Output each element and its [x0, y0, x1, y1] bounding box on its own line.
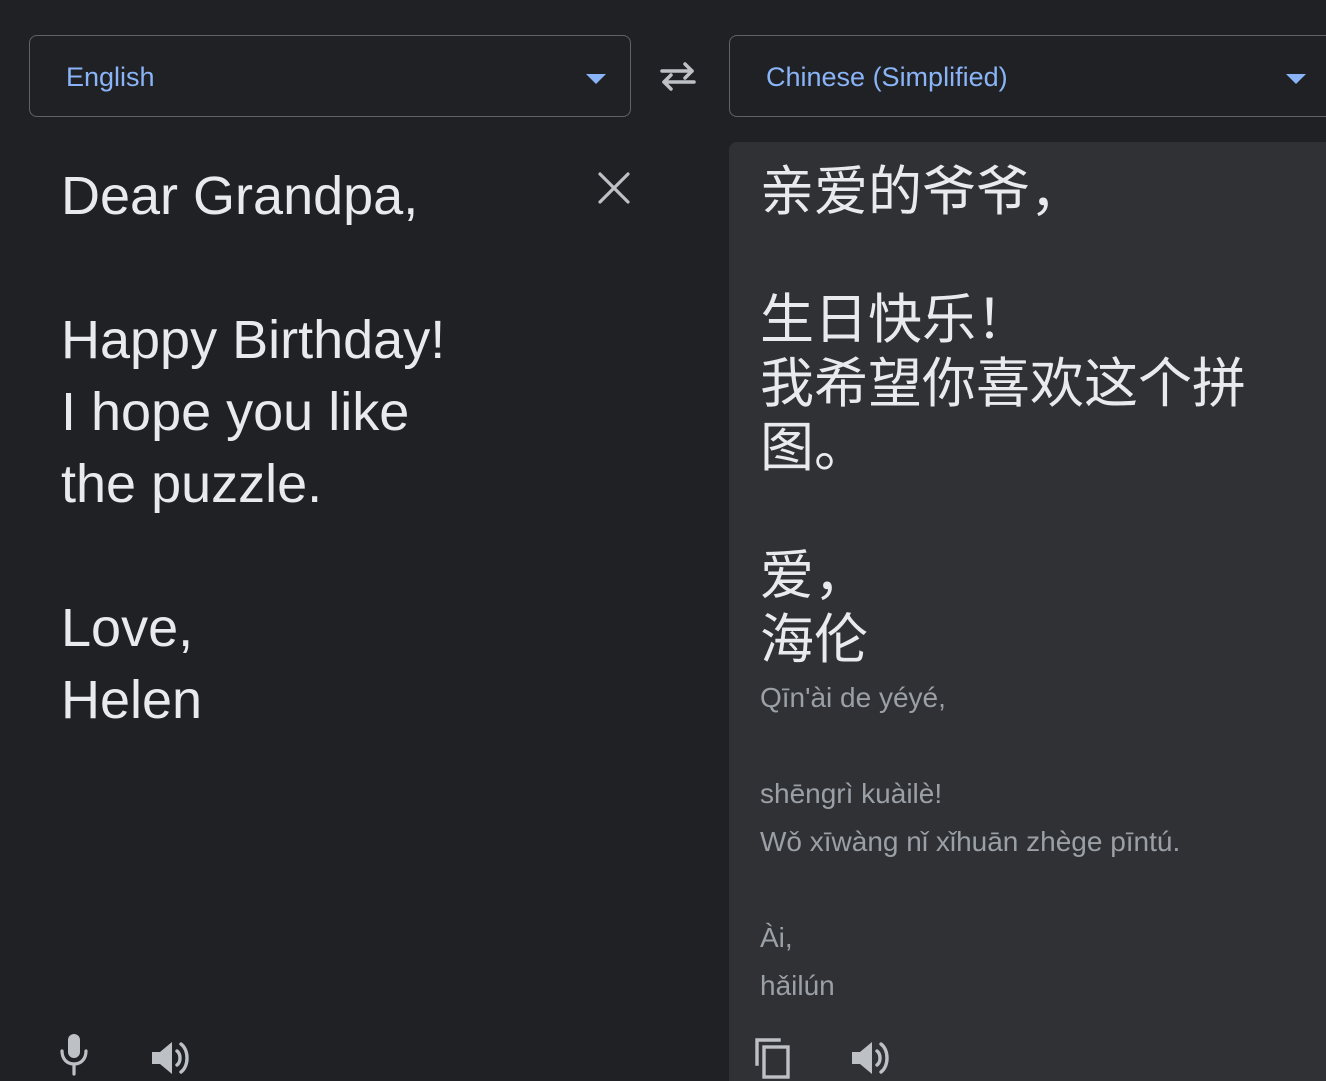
speaker-icon: [152, 1042, 189, 1074]
source-text-input[interactable]: Dear Grandpa, Happy Birthday! I hope you…: [61, 160, 581, 736]
listen-source-button[interactable]: [146, 1034, 194, 1081]
copy-icon: [755, 1038, 790, 1079]
speaker-icon: [852, 1042, 889, 1074]
close-icon: [598, 172, 630, 204]
chevron-down-icon: [1286, 74, 1306, 84]
target-panel: 亲爱的爷爷， 生日快乐！ 我希望你喜欢这个拼 图。 爱， 海伦 Qīn'ài d…: [729, 142, 1326, 1081]
translate-app: English Chinese (Simplified) Dear Grandp…: [0, 0, 1326, 1081]
romanization-text: Qīn'ài de yéyé, shēngrì kuàilè! Wǒ xīwàn…: [760, 682, 1181, 1001]
chevron-down-icon: [586, 74, 606, 84]
listen-translation-button[interactable]: [846, 1034, 894, 1081]
translated-text: 亲爱的爷爷， 生日快乐！ 我希望你喜欢这个拼 图。 爱， 海伦: [760, 160, 1246, 671]
source-language-label: English: [66, 62, 155, 92]
microphone-button[interactable]: [50, 1030, 98, 1078]
microphone-icon: [60, 1034, 88, 1076]
clear-source-button[interactable]: [592, 167, 636, 211]
target-language-select[interactable]: Chinese (Simplified): [729, 35, 1326, 117]
source-language-select[interactable]: English: [29, 35, 631, 117]
target-language-label: Chinese (Simplified): [766, 62, 1008, 92]
swap-arrows-icon: [660, 62, 696, 91]
copy-translation-button[interactable]: [749, 1034, 797, 1081]
source-panel: Dear Grandpa, Happy Birthday! I hope you…: [0, 140, 700, 1081]
swap-languages-button[interactable]: [652, 52, 704, 100]
